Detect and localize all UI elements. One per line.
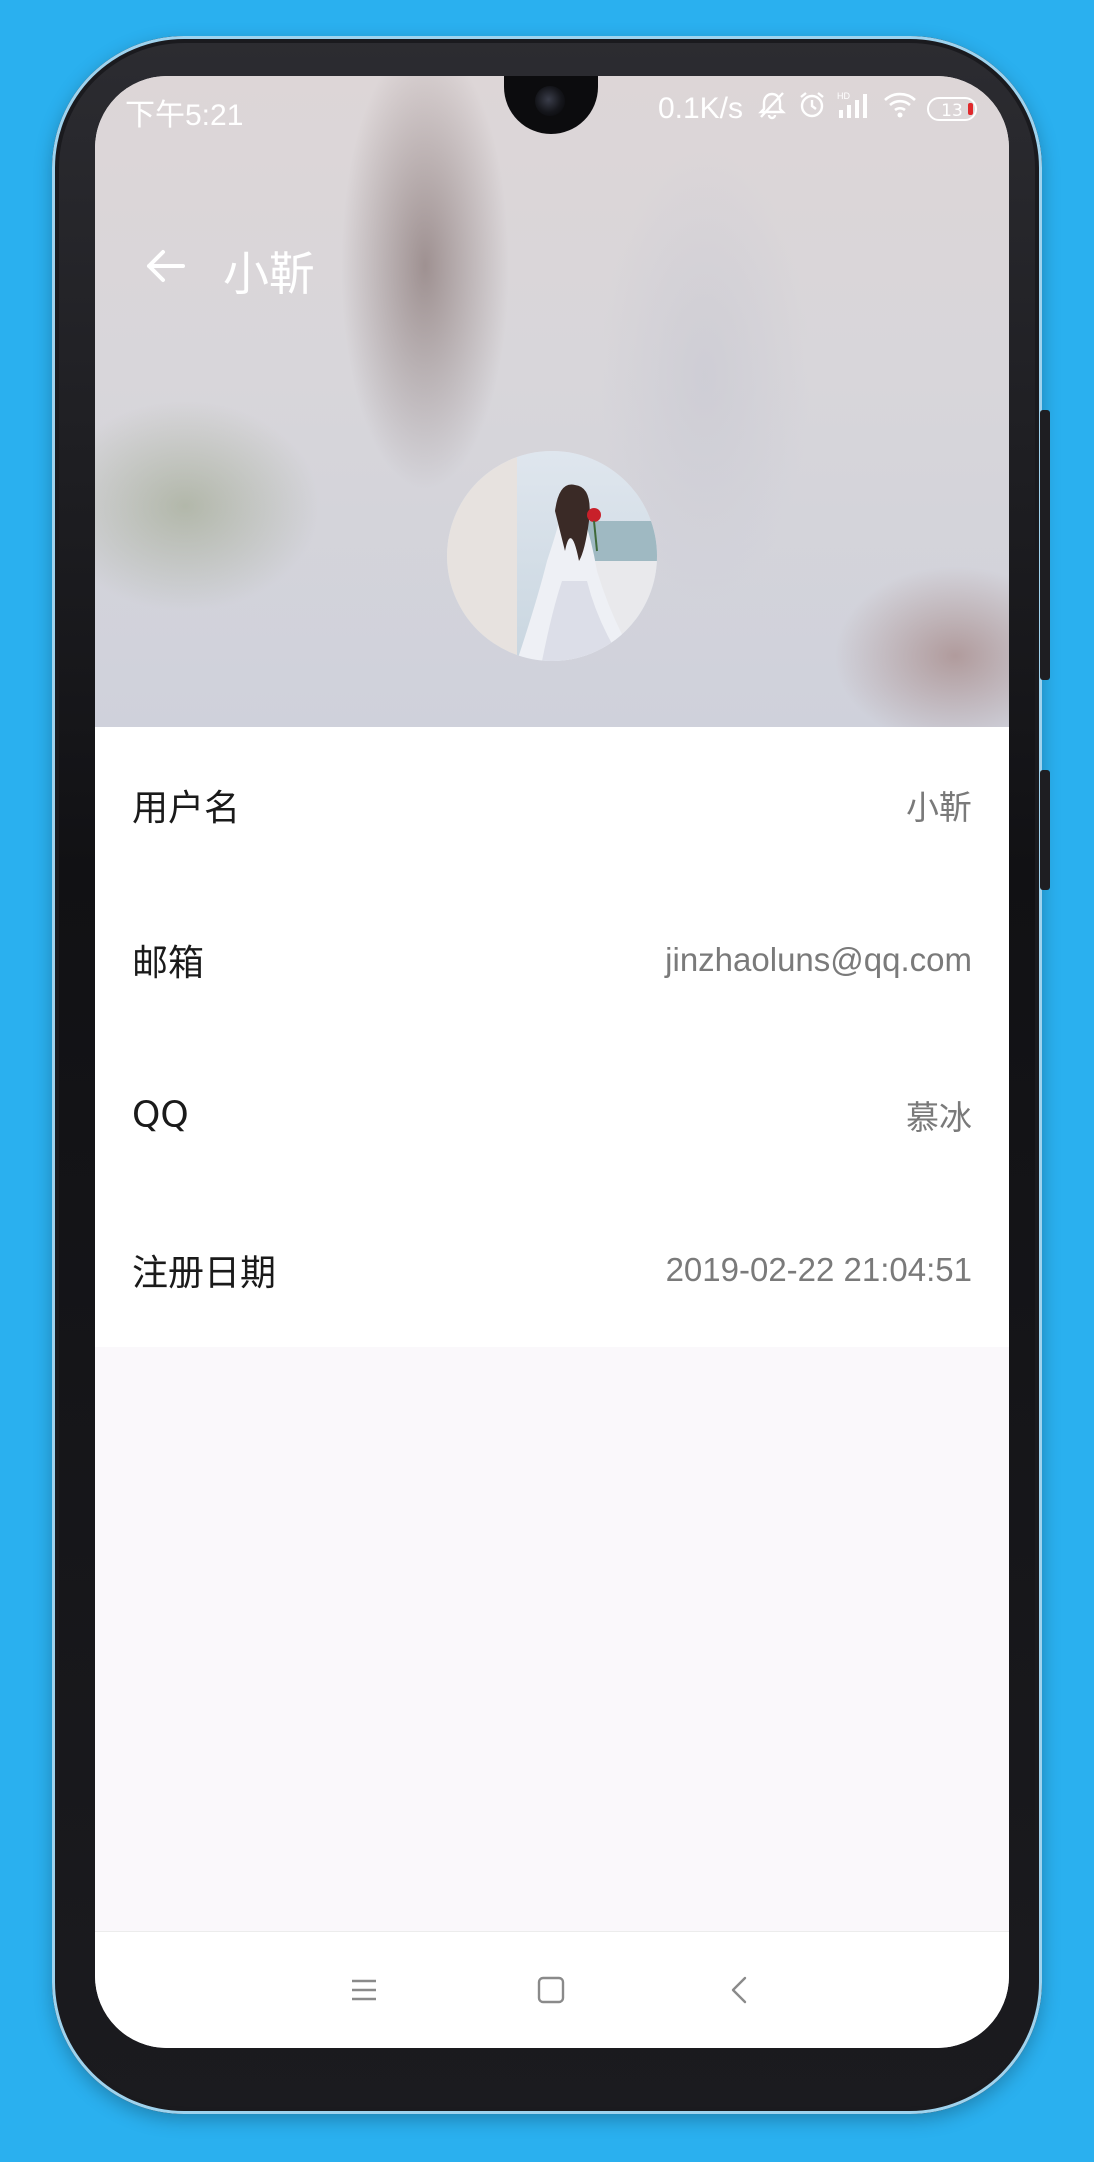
battery-low-indicator bbox=[968, 103, 973, 115]
username-label: 用户名 bbox=[132, 787, 241, 829]
profile-header: 下午5:21 0.1K/s HD 13 小靳 bbox=[95, 76, 1009, 727]
status-time: 下午5:21 bbox=[125, 99, 244, 132]
front-camera bbox=[535, 86, 565, 116]
menu-icon bbox=[352, 1979, 376, 2001]
email-value: jinzhaoluns@qq.com bbox=[665, 940, 972, 978]
battery-level: 13 bbox=[941, 101, 963, 121]
power-button bbox=[1040, 770, 1050, 890]
email-label: 邮箱 bbox=[132, 942, 205, 984]
qq-label: QQ bbox=[132, 1094, 189, 1135]
qq-value: 慕冰 bbox=[906, 1098, 972, 1136]
hd-signal-icon: HD bbox=[837, 90, 873, 128]
back-button[interactable] bbox=[125, 226, 205, 306]
nav-home-button[interactable] bbox=[521, 1960, 581, 2020]
status-indicators: 0.1K/s HD 13 bbox=[658, 90, 977, 128]
chevron-left-icon bbox=[731, 1976, 747, 2004]
info-row-register-date[interactable]: 注册日期 2019-02-22 21:04:51 bbox=[95, 1192, 1009, 1347]
register-date-label: 注册日期 bbox=[132, 1252, 277, 1294]
nav-menu-button[interactable] bbox=[334, 1960, 394, 2020]
profile-info-list: 用户名 小靳 邮箱 jinzhaoluns@qq.com QQ 慕冰 注册日期 … bbox=[95, 727, 1009, 1347]
register-date-value: 2019-02-22 21:04:51 bbox=[665, 1250, 972, 1288]
app-bar: 小靳 bbox=[95, 226, 1009, 306]
battery-icon: 13 bbox=[927, 97, 977, 121]
home-icon bbox=[537, 1976, 565, 2004]
page-title: 小靳 bbox=[223, 247, 315, 301]
alarm-clock-icon bbox=[797, 90, 827, 128]
avatar[interactable] bbox=[447, 451, 657, 661]
username-value: 小靳 bbox=[906, 788, 972, 826]
svg-text:HD: HD bbox=[837, 91, 850, 101]
volume-button bbox=[1040, 410, 1050, 680]
bell-muted-icon bbox=[757, 90, 787, 128]
info-row-qq[interactable]: QQ 慕冰 bbox=[95, 1037, 1009, 1192]
nav-back-button[interactable] bbox=[710, 1960, 770, 2020]
info-row-email[interactable]: 邮箱 jinzhaoluns@qq.com bbox=[95, 882, 1009, 1037]
info-row-username[interactable]: 用户名 小靳 bbox=[95, 727, 1009, 882]
stage: 下午5:21 0.1K/s HD 13 小靳 用户名 小靳 邮箱 jinzhao… bbox=[0, 0, 1094, 2162]
phone-screen: 下午5:21 0.1K/s HD 13 小靳 用户名 小靳 邮箱 jinzhao… bbox=[95, 76, 1009, 2048]
network-speed: 0.1K/s bbox=[657, 92, 743, 125]
arrow-left-icon bbox=[147, 250, 185, 282]
system-nav-bar bbox=[95, 1931, 1009, 2048]
wifi-icon bbox=[883, 90, 917, 128]
